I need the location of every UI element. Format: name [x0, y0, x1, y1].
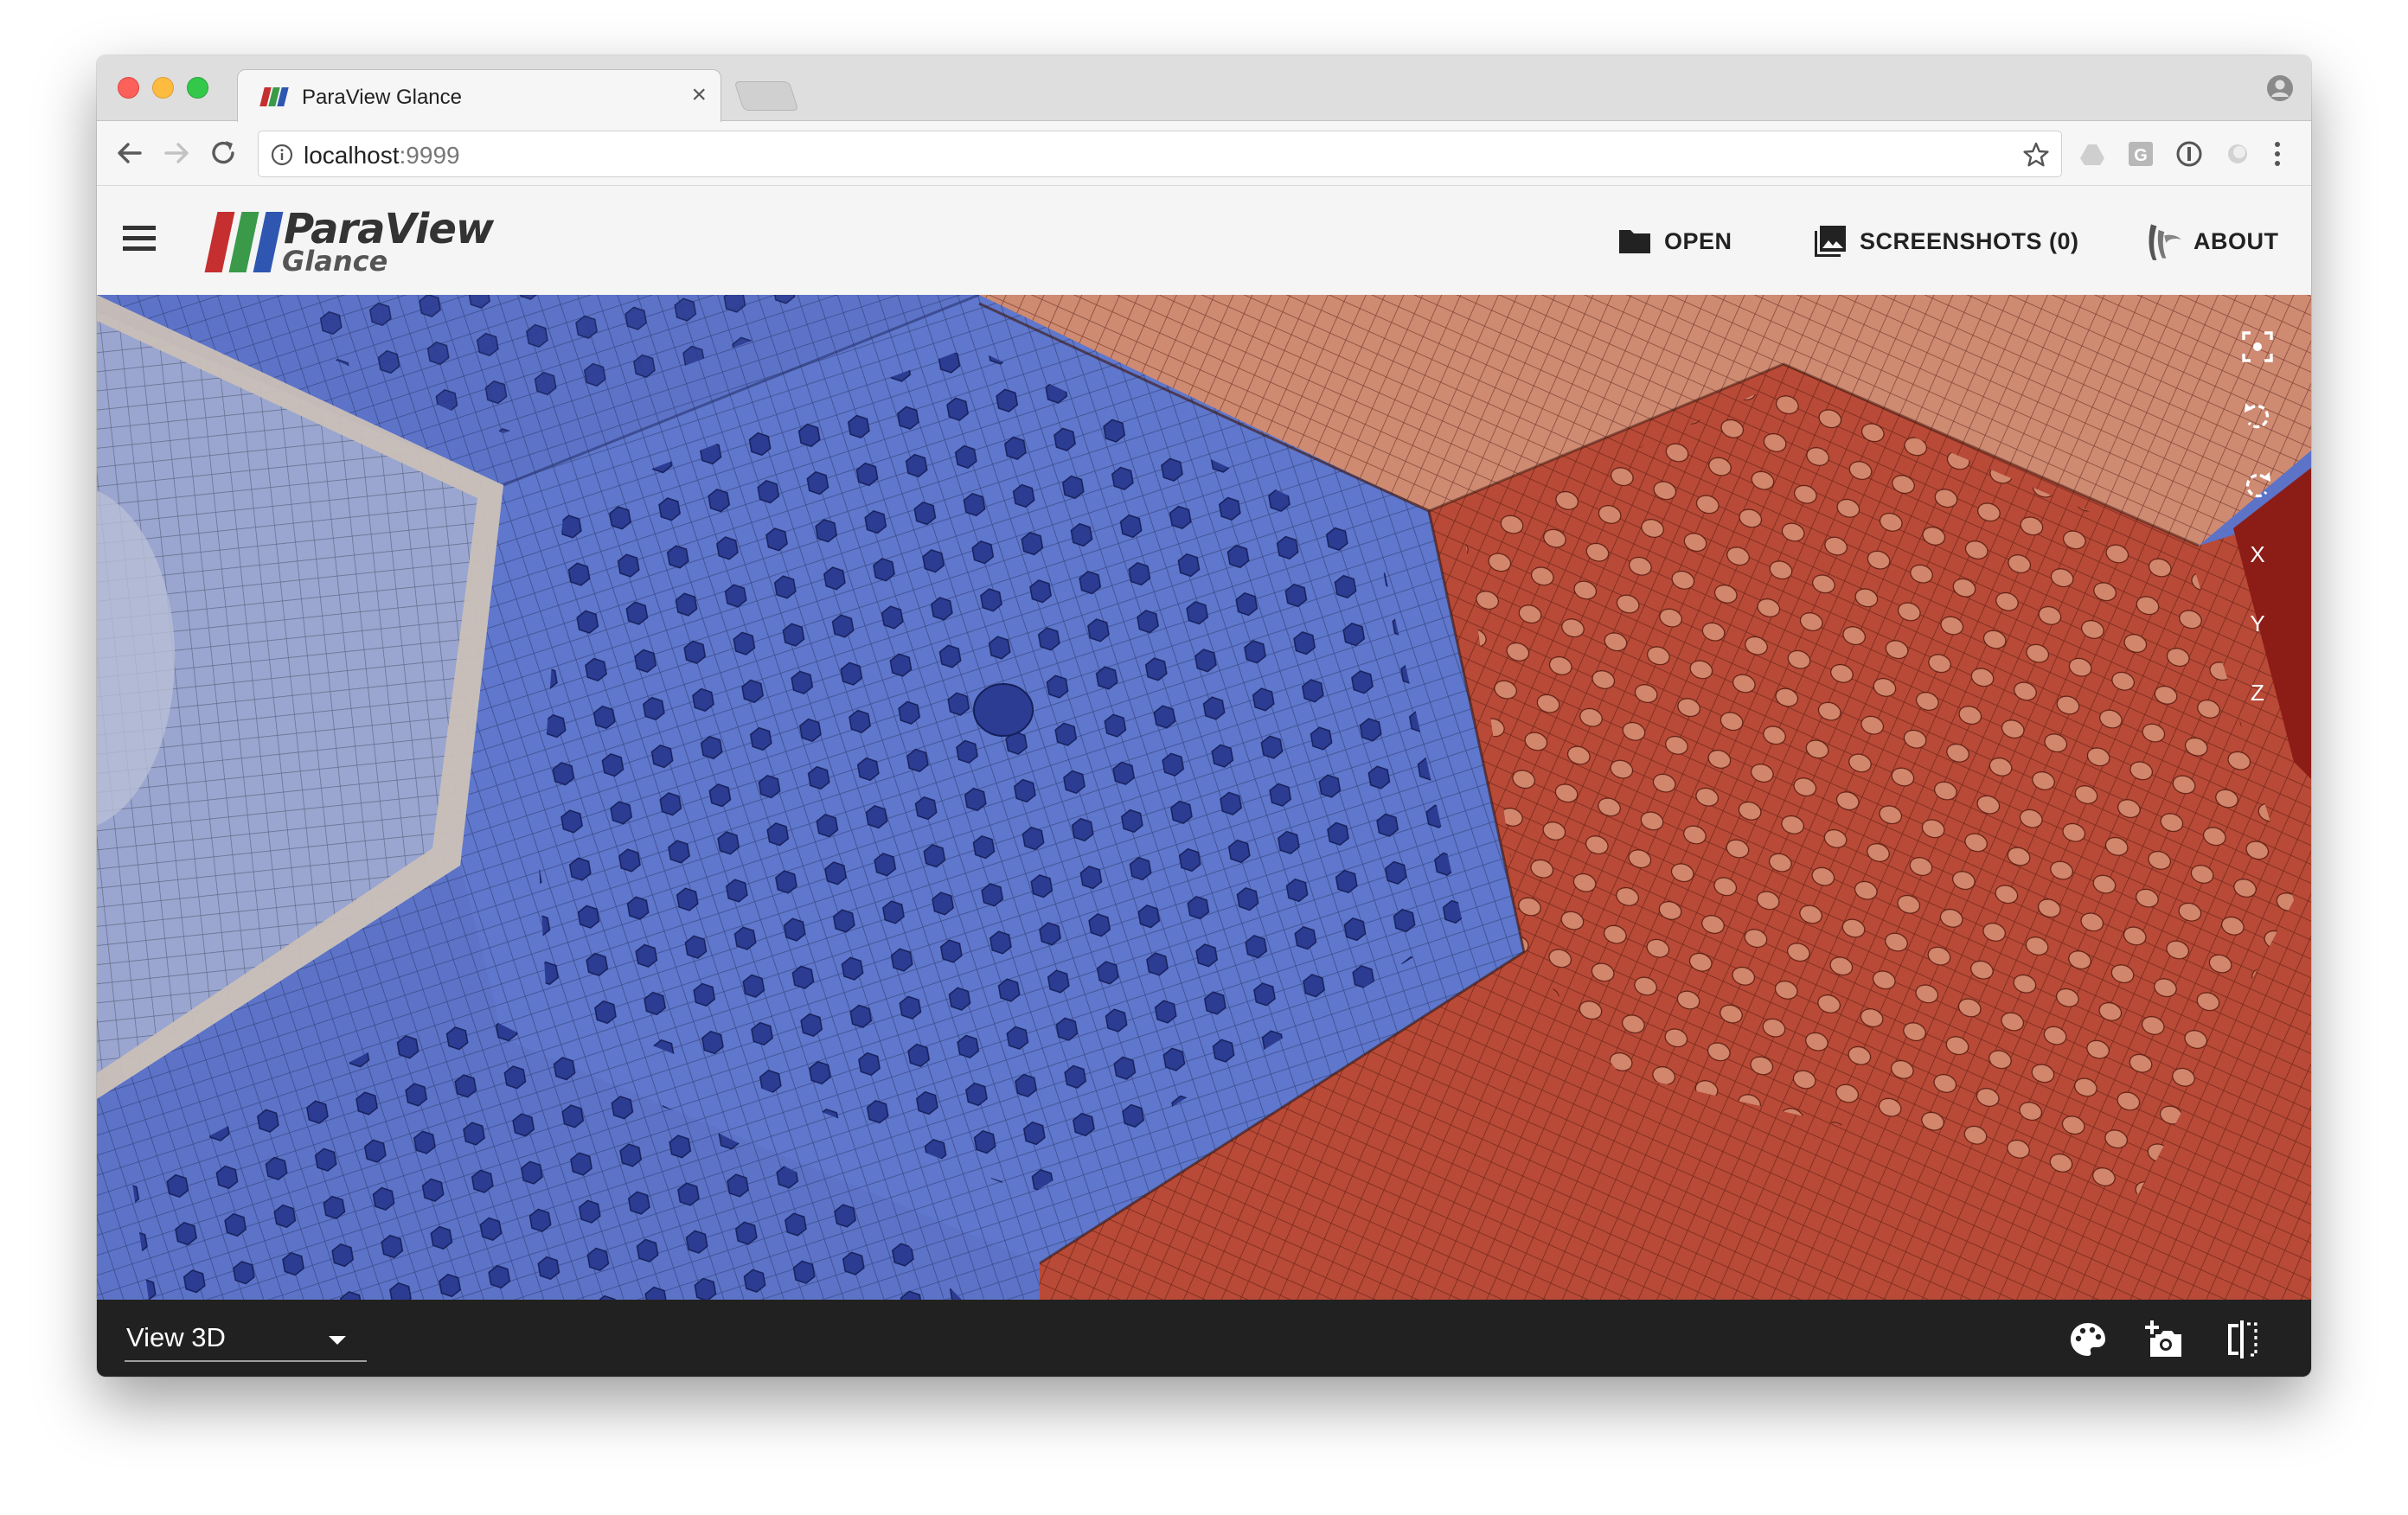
address-bar[interactable]: localhost:9999 [258, 131, 2062, 177]
about-button-label: ABOUT [2193, 227, 2279, 254]
kitware-icon [2149, 224, 2181, 260]
zoom-window-button[interactable] [187, 77, 208, 99]
browser-window: ParaView Glance × localhost:9999 G ParaV… [97, 55, 2311, 1377]
circle-extension-icon[interactable] [2223, 139, 2252, 169]
view-type-value: View 3D [126, 1322, 226, 1352]
add-camera-icon[interactable] [2143, 1319, 2185, 1360]
app-header: ParaView Glance OPEN SCREENSHOTS (0) ABO… [97, 185, 2311, 295]
view-x-button[interactable]: X [2235, 532, 2280, 577]
view-footer: View 3D [97, 1300, 2311, 1377]
bookmark-star-icon[interactable] [2021, 140, 2051, 169]
close-window-button[interactable] [118, 77, 139, 99]
url-text: localhost:9999 [304, 142, 460, 169]
paraview-glance-logo: ParaView Glance [199, 205, 494, 278]
split-view-icon[interactable] [2221, 1319, 2263, 1360]
info-icon[interactable] [271, 144, 293, 166]
folder-icon [1619, 230, 1650, 253]
rotate-right-button[interactable] [2235, 463, 2280, 508]
rotate-left-icon [2245, 403, 2270, 429]
reset-camera-button[interactable] [2235, 324, 2280, 369]
new-tab-button[interactable] [733, 81, 799, 111]
grammar-extension-icon[interactable]: G [2126, 139, 2155, 169]
drive-extension-icon[interactable] [2078, 139, 2107, 169]
screenshots-button-label: SCREENSHOTS (0) [1860, 227, 2079, 254]
tab-strip: ParaView Glance × [97, 55, 2311, 122]
rotate-left-button[interactable] [2235, 393, 2280, 438]
logo-subtitle: Glance [282, 245, 388, 278]
password-extension-icon[interactable] [2174, 139, 2204, 169]
menu-icon[interactable] [123, 224, 159, 255]
reload-icon[interactable] [206, 136, 240, 170]
minimize-window-button[interactable] [152, 77, 174, 99]
open-button-label: OPEN [1664, 227, 1732, 254]
view-y-button[interactable]: Y [2235, 601, 2280, 646]
chrome-menu-icon[interactable] [2263, 139, 2292, 169]
3d-view[interactable]: X Y Z [97, 295, 2311, 1300]
rotate-right-icon [2245, 472, 2270, 498]
url-port: :9999 [399, 142, 460, 169]
view-type-select[interactable]: View 3D [125, 1314, 367, 1362]
browser-tab[interactable]: ParaView Glance × [237, 69, 721, 122]
forward-arrow-icon[interactable] [159, 136, 194, 170]
profile-icon[interactable] [2266, 74, 2294, 102]
mesh-render[interactable] [97, 295, 2311, 1300]
tab-close-icon[interactable]: × [691, 82, 707, 108]
palette-icon[interactable] [2067, 1319, 2109, 1360]
paraview-favicon-icon [259, 87, 289, 106]
dropdown-caret-icon [329, 1336, 346, 1345]
tab-title: ParaView Glance [302, 86, 462, 109]
view-z-button[interactable]: Z [2235, 670, 2280, 715]
back-arrow-icon[interactable] [112, 136, 147, 170]
center-focus-icon [2242, 331, 2273, 362]
screenshots-button[interactable]: SCREENSHOTS (0) [1811, 217, 2079, 265]
photo-library-icon [1815, 226, 1846, 257]
url-host: localhost [304, 142, 400, 169]
open-button[interactable]: OPEN [1616, 217, 1732, 265]
about-button[interactable]: ABOUT [2142, 217, 2279, 265]
svg-text:G: G [2134, 146, 2148, 165]
